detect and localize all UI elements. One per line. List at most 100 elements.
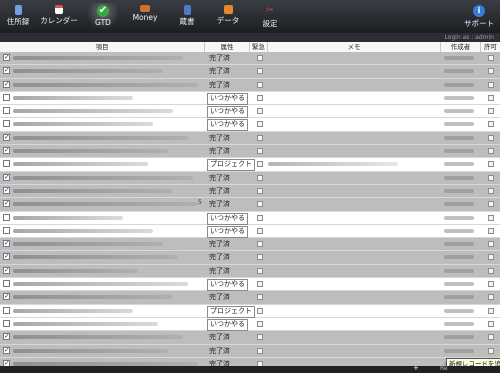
permit-checkbox[interactable]	[488, 94, 494, 101]
permit-checkbox[interactable]	[488, 294, 494, 301]
column-header-item[interactable]: 項目	[0, 42, 205, 52]
row-checkbox[interactable]: ✓	[3, 200, 10, 208]
status-cell[interactable]: 完了済	[207, 53, 232, 63]
row-checkbox[interactable]: ✓	[3, 173, 10, 181]
column-header-author[interactable]: 作成者	[441, 42, 481, 52]
add-record-button[interactable]: +	[413, 364, 419, 372]
urgent-checkbox[interactable]	[257, 94, 263, 101]
table-row[interactable]: ✓ 完了済	[0, 78, 500, 92]
table-row[interactable]: ✓ 完了済	[0, 344, 500, 358]
status-cell[interactable]: プロジェクト	[207, 159, 255, 172]
table-row[interactable]: ✓ 完了済	[0, 131, 500, 146]
status-cell[interactable]: 完了済	[207, 186, 232, 196]
table-row[interactable]: いつかやる	[0, 224, 500, 239]
permit-checkbox[interactable]	[488, 281, 494, 288]
status-cell[interactable]: 完了済	[207, 146, 232, 156]
table-row[interactable]: ✓ 5 完了済	[0, 198, 500, 212]
toolbar-data[interactable]: データ	[214, 3, 242, 31]
row-checkbox[interactable]	[3, 226, 10, 234]
permit-checkbox[interactable]	[488, 347, 494, 354]
toolbar-calendar[interactable]: カレンダー	[34, 3, 84, 31]
toolbar-address-book[interactable]: 住所録	[6, 3, 30, 31]
table-row[interactable]: ✓ 完了済	[0, 291, 500, 305]
urgent-checkbox[interactable]	[257, 161, 263, 168]
toolbar-money[interactable]: Money	[130, 3, 160, 31]
row-checkbox[interactable]: ✓	[3, 293, 10, 301]
urgent-checkbox[interactable]	[257, 68, 263, 75]
status-cell[interactable]: いつかやる	[207, 279, 248, 292]
permit-checkbox[interactable]	[488, 241, 494, 248]
urgent-checkbox[interactable]	[257, 254, 263, 261]
toolbar-settings[interactable]: ✂ 設定	[258, 3, 282, 31]
table-row[interactable]: ✓ 完了済	[0, 171, 500, 185]
table-row[interactable]: ✓ 完了済	[0, 251, 500, 265]
row-checkbox[interactable]: ✓	[3, 133, 10, 141]
row-checkbox[interactable]	[3, 213, 10, 221]
row-checkbox[interactable]	[3, 160, 10, 168]
status-cell[interactable]: いつかやる	[207, 318, 248, 331]
row-checkbox[interactable]: ✓	[3, 54, 10, 61]
row-checkbox[interactable]: ✓	[3, 253, 10, 261]
row-checkbox[interactable]: ✓	[3, 67, 10, 75]
permit-checkbox[interactable]	[488, 267, 494, 274]
urgent-checkbox[interactable]	[257, 281, 263, 288]
urgent-checkbox[interactable]	[257, 307, 263, 314]
status-cell[interactable]: プロジェクト	[207, 305, 255, 318]
urgent-checkbox[interactable]	[257, 294, 263, 301]
row-checkbox[interactable]: ✓	[3, 333, 10, 341]
column-header-urgent[interactable]: 緊急	[250, 42, 268, 52]
urgent-checkbox[interactable]	[257, 187, 263, 194]
status-cell[interactable]: 完了済	[207, 332, 232, 342]
urgent-checkbox[interactable]	[257, 267, 263, 274]
status-cell[interactable]: いつかやる	[207, 92, 248, 105]
permit-checkbox[interactable]	[488, 148, 494, 155]
row-checkbox[interactable]	[3, 280, 10, 288]
urgent-checkbox[interactable]	[257, 134, 263, 141]
urgent-checkbox[interactable]	[257, 320, 263, 327]
row-checkbox[interactable]: ✓	[3, 346, 10, 354]
row-checkbox[interactable]	[3, 319, 10, 327]
urgent-checkbox[interactable]	[257, 121, 263, 128]
permit-checkbox[interactable]	[488, 201, 494, 208]
table-row[interactable]: いつかやる	[0, 91, 500, 106]
table-row[interactable]: いつかやる	[0, 105, 500, 119]
row-checkbox[interactable]: ✓	[3, 186, 10, 194]
column-header-permit[interactable]: 許可	[481, 42, 500, 52]
status-cell[interactable]: 完了済	[207, 252, 232, 262]
status-cell[interactable]: 完了済	[207, 133, 232, 143]
urgent-checkbox[interactable]	[257, 174, 263, 181]
row-checkbox[interactable]: ✓	[3, 80, 10, 88]
permit-checkbox[interactable]	[488, 134, 494, 141]
table-row[interactable]: いつかやる	[0, 317, 500, 332]
table-row[interactable]: ✓ 完了済	[0, 238, 500, 252]
table-row[interactable]: プロジェクト	[0, 304, 500, 318]
permit-checkbox[interactable]	[488, 161, 494, 168]
urgent-checkbox[interactable]	[257, 347, 263, 354]
urgent-checkbox[interactable]	[257, 241, 263, 248]
permit-checkbox[interactable]	[488, 254, 494, 261]
status-cell[interactable]: 完了済	[207, 173, 232, 183]
row-checkbox[interactable]: ✓	[3, 266, 10, 274]
urgent-checkbox[interactable]	[257, 55, 263, 61]
row-checkbox[interactable]: ✓	[3, 147, 10, 155]
permit-checkbox[interactable]	[488, 174, 494, 181]
table-row[interactable]: ✓ 完了済	[0, 65, 500, 79]
status-cell[interactable]: 完了済	[207, 66, 232, 76]
permit-checkbox[interactable]	[488, 334, 494, 341]
status-cell[interactable]: 完了済	[207, 80, 232, 90]
table-row[interactable]: いつかやる	[0, 118, 500, 132]
permit-checkbox[interactable]	[488, 68, 494, 75]
urgent-checkbox[interactable]	[257, 334, 263, 341]
urgent-checkbox[interactable]	[257, 108, 263, 115]
urgent-checkbox[interactable]	[257, 214, 263, 221]
row-checkbox[interactable]	[3, 306, 10, 314]
table-row[interactable]: いつかやる	[0, 211, 500, 225]
permit-checkbox[interactable]	[488, 55, 494, 61]
urgent-checkbox[interactable]	[257, 81, 263, 88]
row-checkbox[interactable]: ✓	[3, 240, 10, 248]
status-cell[interactable]: 完了済	[207, 266, 232, 276]
status-cell[interactable]: いつかやる	[207, 212, 248, 225]
status-cell[interactable]: 完了済	[207, 292, 232, 302]
row-checkbox[interactable]	[3, 93, 10, 101]
permit-checkbox[interactable]	[488, 320, 494, 327]
